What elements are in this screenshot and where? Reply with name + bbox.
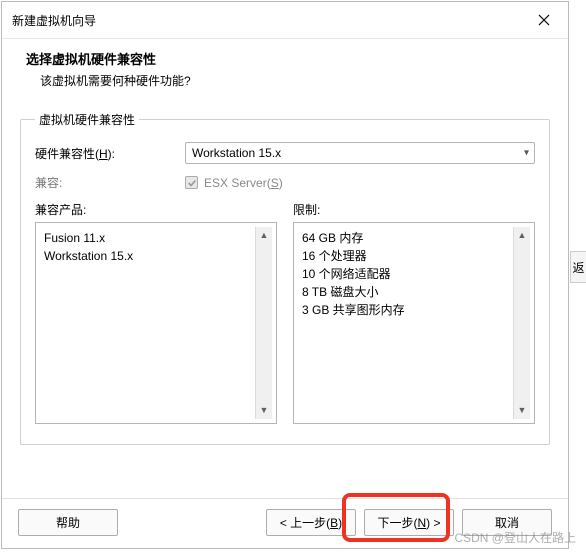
- side-tab[interactable]: 返: [570, 251, 586, 283]
- scroll-down-icon[interactable]: ▼: [514, 402, 530, 419]
- list-item[interactable]: Fusion 11.x: [44, 229, 251, 247]
- list-item: 10 个网络适配器: [302, 265, 509, 283]
- titlebar-title: 新建虚拟机向导: [12, 12, 96, 29]
- scroll-down-icon[interactable]: ▼: [256, 402, 272, 419]
- list-item: 3 GB 共享图形内存: [302, 301, 509, 319]
- list-item: 64 GB 内存: [302, 229, 509, 247]
- content: 虚拟机硬件兼容性 硬件兼容性(H): ▾ 兼容: ESX Server: [2, 103, 568, 498]
- hw-compat-label: 硬件兼容性(H):: [35, 145, 185, 162]
- hw-compat-row: 硬件兼容性(H): ▾: [35, 142, 535, 164]
- back-button[interactable]: < 上一步(B): [266, 509, 356, 536]
- close-button[interactable]: [530, 8, 558, 32]
- compat-fieldset: 虚拟机硬件兼容性 硬件兼容性(H): ▾ 兼容: ESX Server: [20, 111, 550, 445]
- limits-scrollbar[interactable]: ▲ ▼: [513, 227, 530, 419]
- products-scrollbar[interactable]: ▲ ▼: [255, 227, 272, 419]
- scroll-up-icon[interactable]: ▲: [514, 227, 530, 244]
- limits-listbox[interactable]: 64 GB 内存 16 个处理器 10 个网络适配器 8 TB 磁盘大小 3 G…: [293, 222, 535, 424]
- fieldset-legend: 虚拟机硬件兼容性: [35, 111, 139, 128]
- header-title: 选择虚拟机硬件兼容性: [26, 49, 544, 68]
- close-icon: [538, 14, 550, 26]
- esx-label: ESX Server(S): [204, 176, 283, 190]
- list-item[interactable]: Workstation 15.x: [44, 247, 251, 265]
- footer: 帮助 < 上一步(B) 下一步(N) > 取消: [2, 498, 568, 548]
- next-button[interactable]: 下一步(N) >: [364, 509, 454, 536]
- products-col: 兼容产品: Fusion 11.x Workstation 15.x ▲ ▼: [35, 201, 277, 424]
- esx-checkbox: [185, 176, 198, 189]
- header: 选择虚拟机硬件兼容性 该虚拟机需要何种硬件功能?: [2, 39, 568, 103]
- cancel-button[interactable]: 取消: [462, 509, 552, 536]
- products-content: Fusion 11.x Workstation 15.x: [40, 227, 255, 419]
- check-icon: [187, 178, 197, 188]
- wizard-dialog: 新建虚拟机向导 选择虚拟机硬件兼容性 该虚拟机需要何种硬件功能? 虚拟机硬件兼容…: [1, 1, 569, 549]
- hw-compat-select[interactable]: [185, 142, 535, 164]
- products-listbox[interactable]: Fusion 11.x Workstation 15.x ▲ ▼: [35, 222, 277, 424]
- products-label: 兼容产品:: [35, 201, 277, 218]
- compatible-label: 兼容:: [35, 174, 185, 191]
- limits-label: 限制:: [293, 201, 535, 218]
- list-item: 8 TB 磁盘大小: [302, 283, 509, 301]
- hw-compat-select-container: ▾: [185, 142, 535, 164]
- compatible-row: 兼容: ESX Server(S): [35, 174, 535, 191]
- scroll-up-icon[interactable]: ▲: [256, 227, 272, 244]
- help-button[interactable]: 帮助: [18, 509, 118, 536]
- titlebar: 新建虚拟机向导: [2, 2, 568, 39]
- limits-content: 64 GB 内存 16 个处理器 10 个网络适配器 8 TB 磁盘大小 3 G…: [298, 227, 513, 419]
- header-subtitle: 该虚拟机需要何种硬件功能?: [26, 72, 544, 89]
- list-item: 16 个处理器: [302, 247, 509, 265]
- lists-row: 兼容产品: Fusion 11.x Workstation 15.x ▲ ▼ 限…: [35, 201, 535, 424]
- limits-col: 限制: 64 GB 内存 16 个处理器 10 个网络适配器 8 TB 磁盘大小…: [293, 201, 535, 424]
